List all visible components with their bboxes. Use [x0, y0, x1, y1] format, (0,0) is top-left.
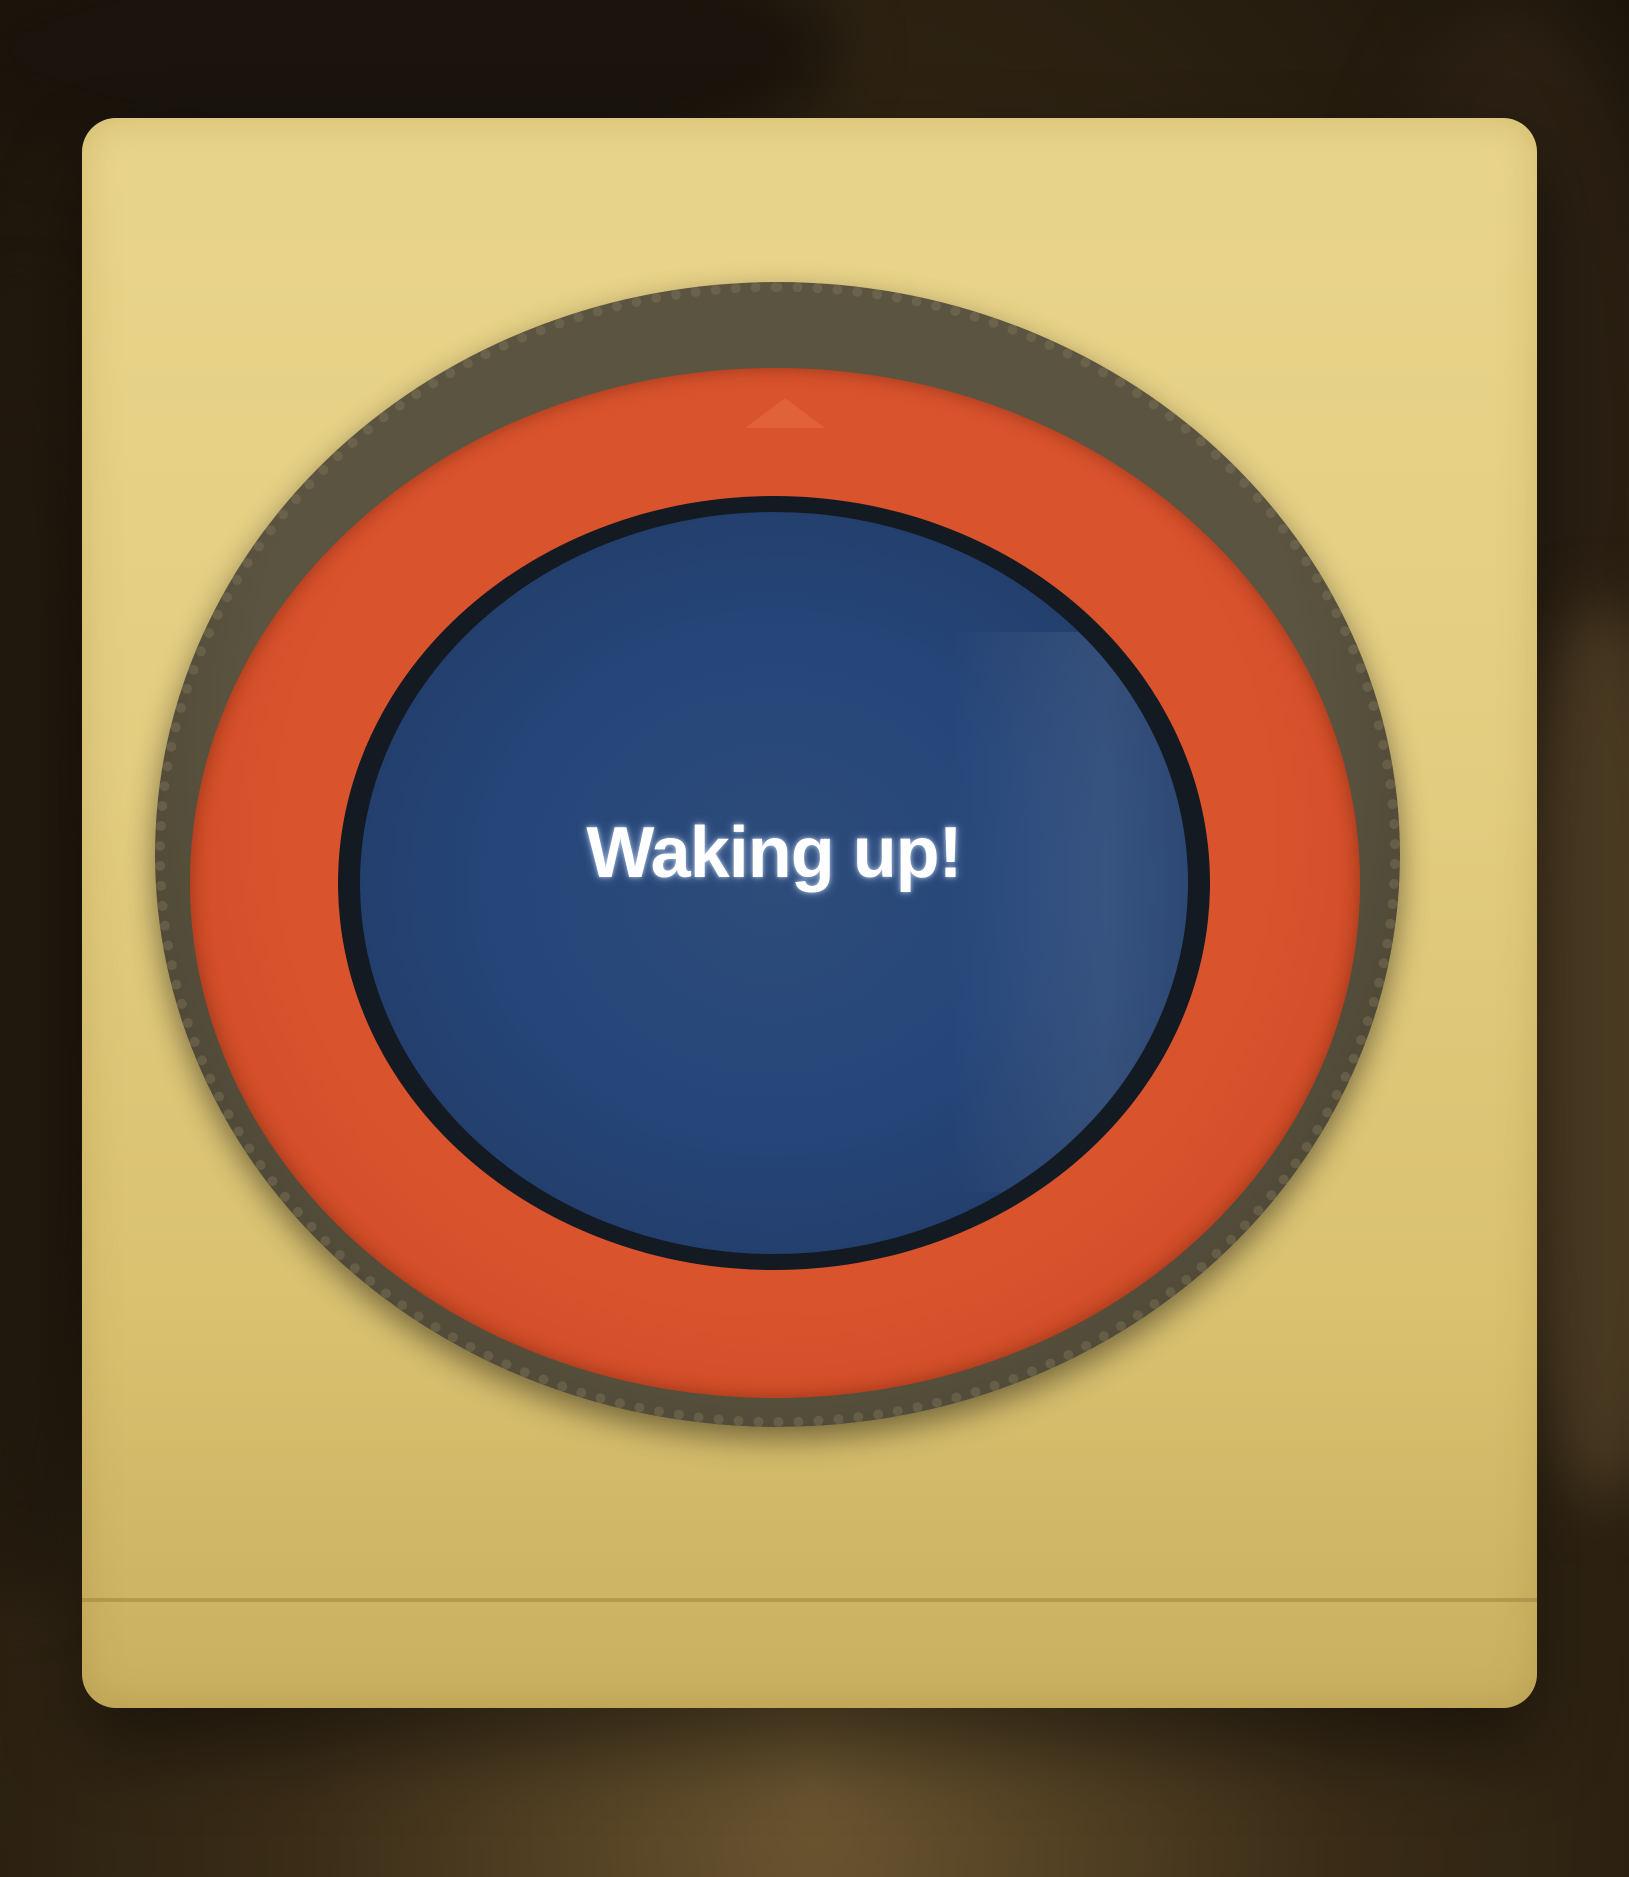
round-display[interactable]: Waking up!	[360, 512, 1188, 1254]
status-message: Waking up!	[586, 813, 962, 893]
photo-scene: Waking up!	[0, 0, 1629, 1877]
ring-marker-icon	[745, 398, 825, 428]
screen-glare	[950, 632, 1188, 1192]
enclosure-seam	[82, 1598, 1537, 1602]
